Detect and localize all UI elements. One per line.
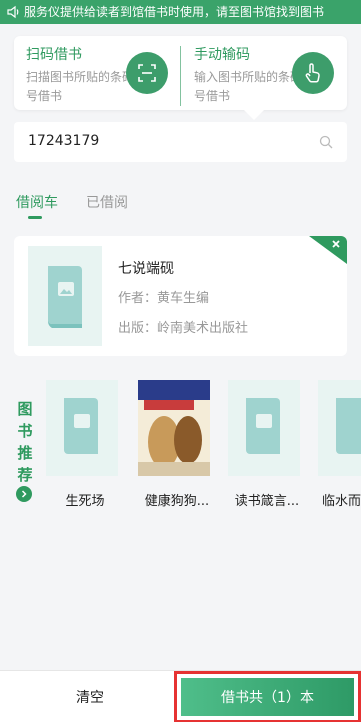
book-author: 作者：黄车生编 bbox=[118, 291, 210, 306]
panel-pointer bbox=[244, 110, 264, 120]
recommend-item[interactable]: 读书箴言... bbox=[224, 380, 304, 520]
barcode-search-field[interactable]: 17243179 bbox=[14, 122, 347, 162]
scan-mode-desc: 扫描图书所贴的条码号借书 bbox=[26, 70, 135, 103]
borrow-button-highlight: 借书共（1）本 bbox=[174, 671, 361, 722]
recommend-item-name: 生死场 bbox=[65, 494, 105, 509]
notice-banner: 服务仪提供给读者到馆借书时使用，请至图书馆找到图书 bbox=[0, 0, 361, 24]
recommend-label: 图书推荐 bbox=[17, 400, 33, 484]
search-icon[interactable] bbox=[319, 135, 333, 149]
book-placeholder-icon bbox=[28, 246, 102, 346]
hand-tap-icon[interactable] bbox=[292, 52, 334, 94]
book-placeholder-icon bbox=[318, 380, 361, 476]
close-icon[interactable] bbox=[309, 236, 347, 264]
tab-bar: 借阅车 已借阅 bbox=[0, 192, 361, 226]
recommend-item[interactable]: 生死场 bbox=[42, 380, 122, 520]
dog-book-cover-image bbox=[138, 380, 210, 476]
recommend-item-name: 读书箴言... bbox=[234, 494, 300, 509]
clear-button[interactable]: 清空 bbox=[0, 671, 180, 722]
scan-mode-option[interactable]: 扫码借书 扫描图书所贴的条码号借书 bbox=[14, 36, 180, 110]
tab-borrowed[interactable]: 已借阅 bbox=[86, 192, 128, 212]
scan-mode-title: 扫码借书 bbox=[26, 47, 82, 63]
tab-active-indicator bbox=[28, 216, 42, 219]
barcode-input-value[interactable]: 17243179 bbox=[28, 133, 99, 149]
chevron-right-icon[interactable] bbox=[16, 486, 32, 502]
manual-mode-desc: 输入图书所贴的条码号借书 bbox=[194, 70, 303, 103]
mode-divider bbox=[180, 46, 181, 106]
manual-mode-option[interactable]: 手动输码 输入图书所贴的条码号借书 bbox=[182, 36, 348, 110]
manual-mode-title: 手动输码 bbox=[194, 47, 250, 63]
notice-text: 服务仪提供给读者到馆借书时使用，请至图书馆找到图书 bbox=[24, 5, 325, 19]
book-placeholder-icon bbox=[228, 380, 300, 476]
bottom-action-bar: 清空 借书共（1）本 bbox=[0, 670, 361, 722]
book-publisher: 出版：岭南美术出版社 bbox=[118, 321, 249, 336]
recommend-item[interactable]: 临水而... bbox=[314, 380, 361, 520]
scan-icon[interactable] bbox=[126, 52, 168, 94]
book-placeholder-icon bbox=[46, 380, 118, 476]
borrow-mode-card: 扫码借书 扫描图书所贴的条码号借书 手动输码 输入图书所贴的条码号借书 bbox=[14, 36, 347, 110]
borrow-button[interactable]: 借书共（1）本 bbox=[181, 678, 354, 716]
tab-cart[interactable]: 借阅车 bbox=[16, 192, 58, 212]
book-title: 七说端砚 bbox=[118, 261, 174, 277]
speaker-icon bbox=[7, 5, 19, 19]
recommend-item-name: 健康狗狗... bbox=[144, 494, 210, 509]
recommend-item-name: 临水而... bbox=[322, 494, 361, 509]
recommend-item[interactable]: 健康狗狗... bbox=[134, 380, 214, 520]
cart-book-card: 七说端砚 作者：黄车生编 出版：岭南美术出版社 bbox=[14, 236, 347, 356]
